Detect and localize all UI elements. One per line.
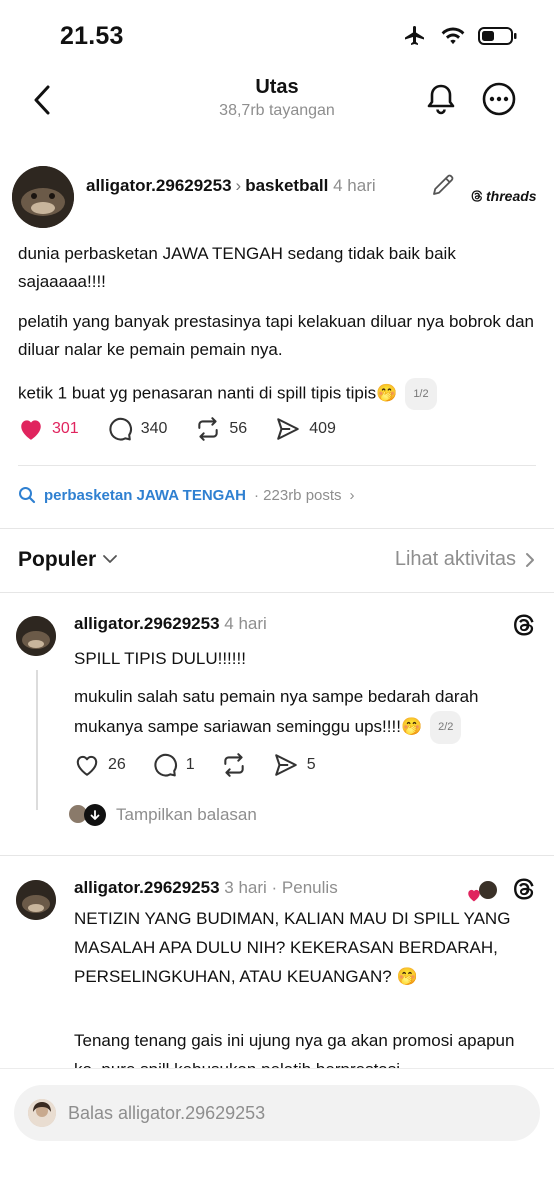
reply-paragraph: NETIZIN YANG BUDIMAN, KALIAN MAU DI SPIL… — [74, 909, 511, 986]
share-button[interactable]: 5 — [273, 752, 316, 778]
view-activity-label: Lihat aktivitas — [394, 548, 516, 570]
post-actions: 301 340 56 409 — [18, 416, 364, 442]
show-replies-button[interactable]: Tampilkan balasan — [68, 804, 257, 826]
reply-time: 4 hari — [224, 614, 267, 633]
chevron-right-icon: › — [235, 176, 242, 195]
page-title: Utas — [255, 76, 299, 98]
avatar[interactable] — [16, 880, 56, 920]
threads-icon — [471, 190, 483, 202]
post-topic[interactable]: basketball — [245, 176, 328, 195]
comment-count: 1 — [185, 756, 195, 773]
battery-icon — [478, 27, 517, 45]
more-icon — [482, 82, 516, 116]
avatar-image — [12, 166, 74, 228]
notify-button[interactable] — [422, 80, 460, 118]
status-icons — [402, 24, 518, 48]
reply-header: alligator.29629253 4 hari — [74, 614, 267, 634]
status-bar: 21.53 — [0, 0, 554, 72]
like-count: 26 — [108, 756, 126, 773]
comment-count: 340 — [140, 420, 168, 437]
tag-post-count: · 223rb posts — [254, 486, 342, 504]
repost-button[interactable]: 56 — [195, 416, 247, 442]
reply-username[interactable]: alligator.29629253 — [74, 878, 220, 897]
reply-paragraph: mukulin salah satu pemain nya sampe beda… — [74, 687, 479, 736]
share-button[interactable]: 409 — [275, 416, 336, 442]
like-count: 301 — [52, 420, 79, 437]
repost-icon — [224, 753, 244, 777]
chevron-right-icon: › — [349, 486, 355, 504]
tag-link[interactable]: perbasketan JAWA TENGAH · 223rb posts › — [18, 486, 355, 504]
post-header: alligator.29629253 › basketball 4 hari — [86, 174, 406, 198]
avatar[interactable] — [16, 616, 56, 656]
status-time: 21.53 — [60, 22, 124, 50]
post-paragraph: pelatih yang banyak prestasinya tapi kel… — [18, 312, 535, 359]
arrow-down-icon — [84, 804, 106, 826]
heart-icon — [468, 889, 480, 902]
author-tag: · Penulis — [271, 878, 338, 897]
bell-icon — [427, 84, 455, 115]
share-icon — [274, 754, 297, 776]
divider — [0, 855, 554, 856]
threads-icon[interactable] — [511, 612, 537, 638]
post-paragraph: ketik 1 buat yg penasaran nanti di spill… — [18, 383, 398, 403]
reply-paragraph: SPILL TIPIS DULU!!!!!! — [74, 649, 246, 668]
sort-row: Populer Lihat aktivitas — [18, 546, 538, 578]
tag-name: perbasketan JAWA TENGAH — [44, 486, 246, 504]
airplane-icon — [405, 26, 424, 45]
post-paragraph: dunia perbasketan JAWA TENGAH sedang tid… — [18, 244, 456, 291]
comment-button[interactable]: 340 — [107, 416, 168, 442]
reply-placeholder: Balas alligator.29629253 — [68, 1102, 266, 1123]
divider — [0, 528, 554, 529]
repost-count: 56 — [229, 420, 248, 437]
like-button[interactable]: 26 — [74, 753, 126, 777]
reply-input[interactable]: Balas alligator.29629253 — [14, 1085, 540, 1141]
threads-brand: threads — [470, 188, 537, 204]
view-count: 38,7rb tayangan — [219, 102, 335, 119]
share-count: 5 — [306, 756, 316, 773]
post-paragraph-last: ketik 1 buat yg penasaran nanti di spill… — [18, 378, 538, 410]
post-time: 4 hari — [333, 176, 376, 195]
more-options-button[interactable] — [480, 80, 518, 118]
post-username[interactable]: alligator.29629253 — [86, 176, 232, 195]
chevron-right-icon — [526, 552, 534, 567]
avatar-image — [16, 616, 56, 656]
chevron-down-icon[interactable] — [102, 552, 118, 566]
reply-time: 3 hari — [224, 878, 267, 897]
reply-header: alligator.29629253 3 hari · Penulis — [74, 878, 338, 898]
comment-icon — [109, 417, 132, 441]
divider — [18, 465, 536, 466]
pencil-icon[interactable] — [430, 172, 456, 198]
replier-avatars — [68, 804, 106, 826]
like-button[interactable]: 301 — [18, 417, 79, 441]
divider — [0, 592, 554, 593]
reply-username[interactable]: alligator.29629253 — [74, 614, 220, 633]
threads-wordmark: threads — [486, 188, 537, 204]
repost-icon — [198, 417, 219, 441]
reply-actions: 26 1 5 — [74, 752, 342, 778]
threads-icon[interactable] — [511, 876, 537, 902]
liked-by-author — [466, 880, 500, 904]
repost-button[interactable] — [221, 752, 247, 778]
avatar — [28, 1099, 56, 1127]
view-activity-link[interactable]: Lihat aktivitas — [395, 548, 536, 571]
reply-composer: Balas alligator.29629253 — [0, 1068, 554, 1199]
thread-line — [36, 670, 38, 810]
top-nav: Utas 38,7rb tayangan — [0, 72, 554, 128]
share-count: 409 — [309, 420, 336, 437]
avatar-image — [16, 880, 56, 920]
reply-paragraph-last: mukulin salah satu pemain nya sampe beda… — [74, 682, 534, 744]
sort-dropdown[interactable]: Populer — [18, 548, 96, 572]
page-indicator: 2/2 — [430, 711, 462, 744]
heart-icon — [21, 420, 41, 440]
page-indicator: 1/2 — [405, 378, 437, 410]
comment-icon — [154, 753, 177, 777]
comment-button[interactable]: 1 — [152, 752, 195, 778]
avatar[interactable] — [12, 166, 74, 228]
heart-icon — [76, 755, 98, 776]
search-icon — [19, 487, 36, 504]
share-icon — [277, 418, 299, 440]
wifi-icon — [441, 27, 465, 45]
show-replies-label: Tampilkan balasan — [116, 805, 257, 824]
